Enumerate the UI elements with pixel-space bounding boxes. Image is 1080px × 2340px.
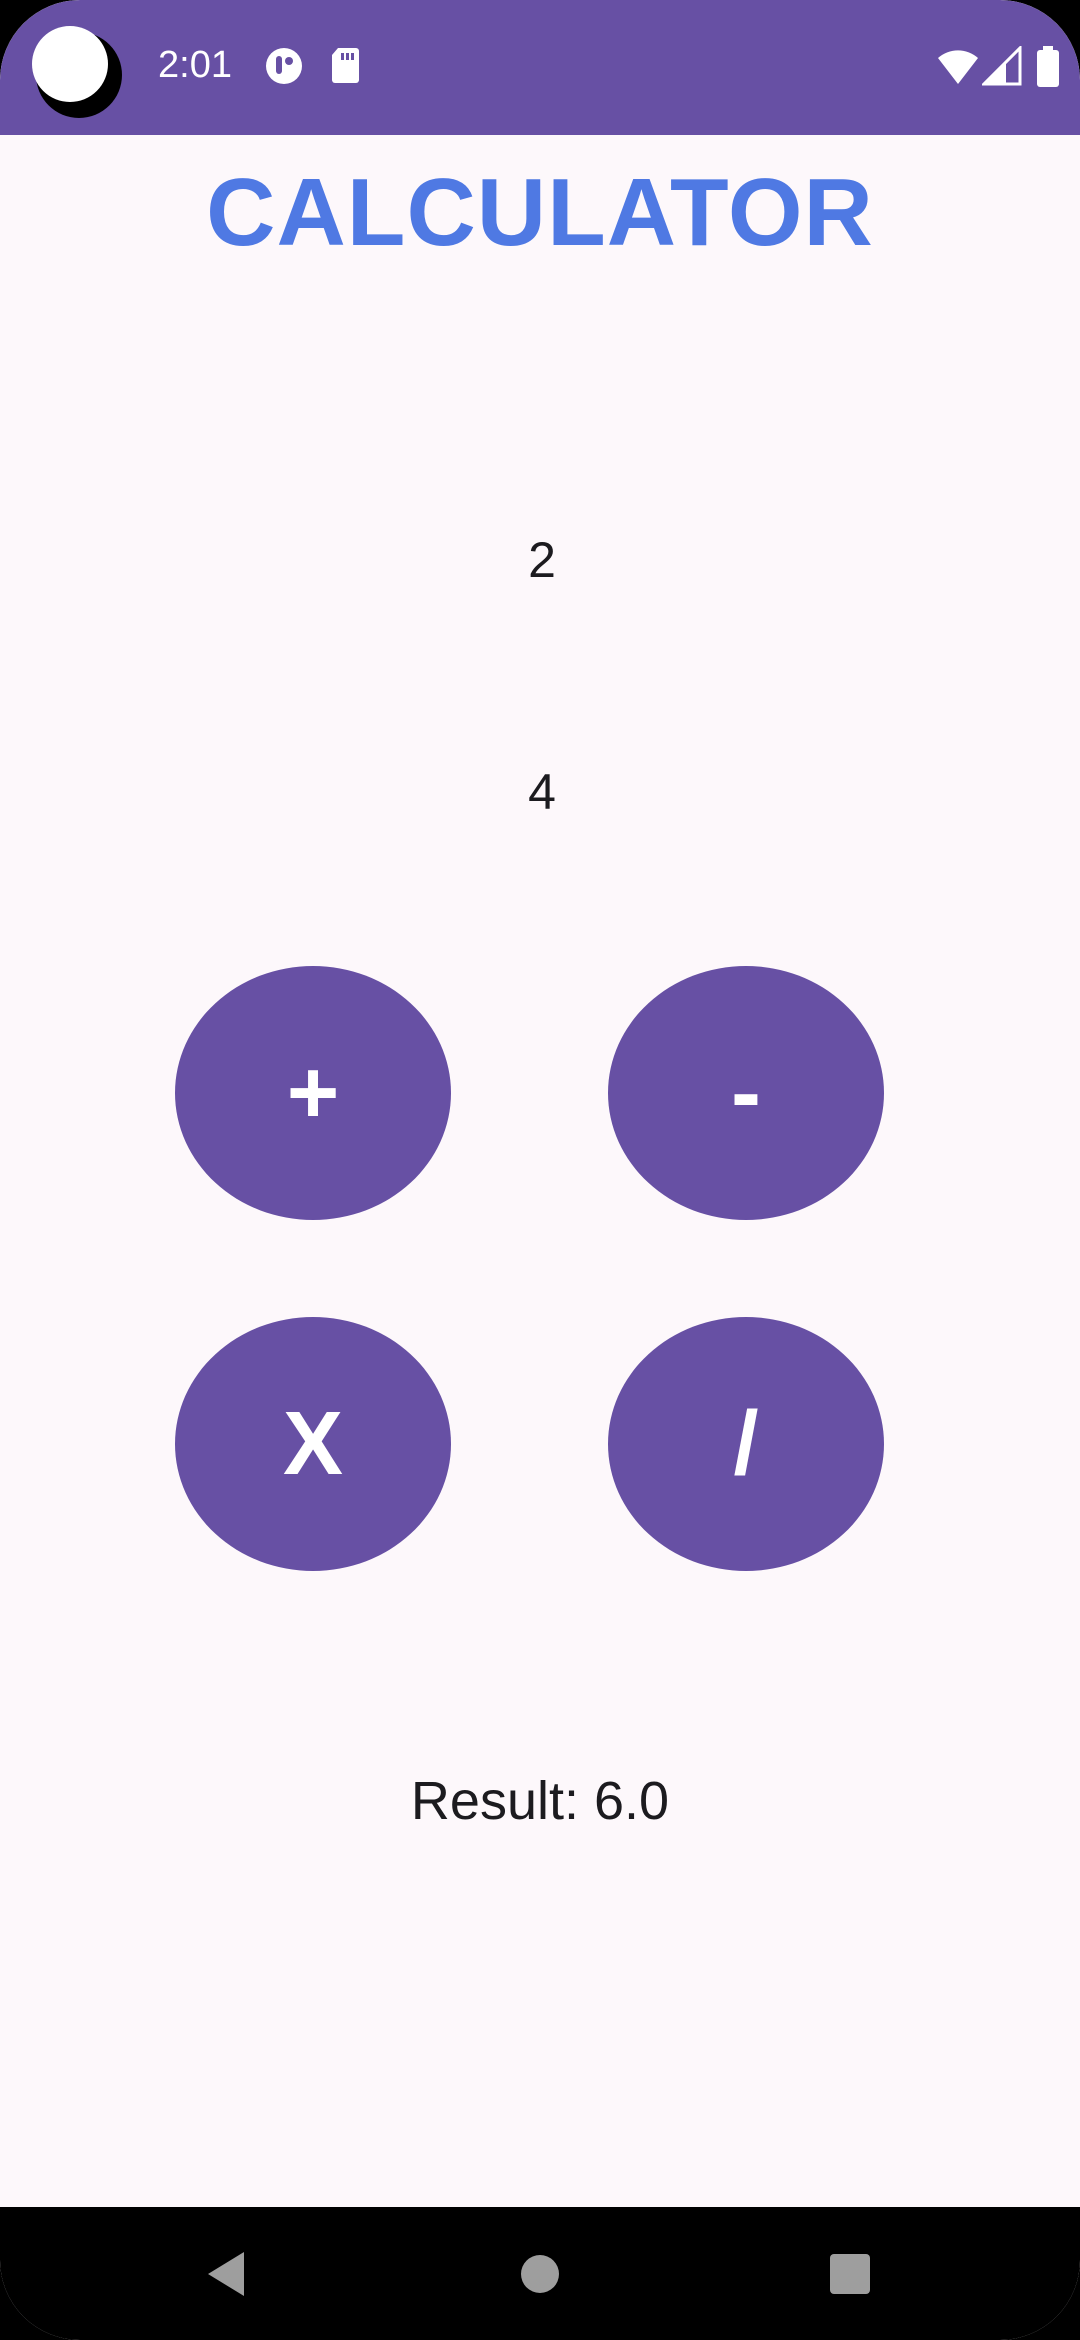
app-title: CALCULATOR xyxy=(206,159,874,266)
battery-icon xyxy=(1036,46,1060,93)
back-button[interactable] xyxy=(136,2207,316,2340)
divide-button[interactable]: / xyxy=(608,1317,884,1571)
status-bar: 2:01 xyxy=(0,0,1080,135)
sd-card-icon xyxy=(330,46,360,89)
status-time: 2:01 xyxy=(158,44,232,86)
first-number-input[interactable] xyxy=(340,504,744,616)
recents-icon xyxy=(830,2253,870,2294)
app-notification-icon xyxy=(264,46,304,91)
navigation-bar xyxy=(0,2207,1080,2340)
recents-button[interactable] xyxy=(760,2207,940,2340)
subtract-button[interactable]: - xyxy=(608,966,884,1220)
wifi-icon xyxy=(936,46,980,91)
home-icon xyxy=(521,2254,559,2293)
camera-cutout xyxy=(32,26,122,118)
home-button[interactable] xyxy=(450,2207,630,2340)
back-icon xyxy=(208,2251,244,2296)
screen: 2:01 CALCULATOR 2 4 + - X / Result: 6.0 xyxy=(0,0,1080,2340)
second-number-input[interactable] xyxy=(340,736,744,848)
add-button[interactable]: + xyxy=(175,966,451,1220)
result-text: Result: 6.0 xyxy=(410,1771,670,1831)
multiply-button[interactable]: X xyxy=(175,1317,451,1571)
signal-icon xyxy=(980,44,1022,91)
